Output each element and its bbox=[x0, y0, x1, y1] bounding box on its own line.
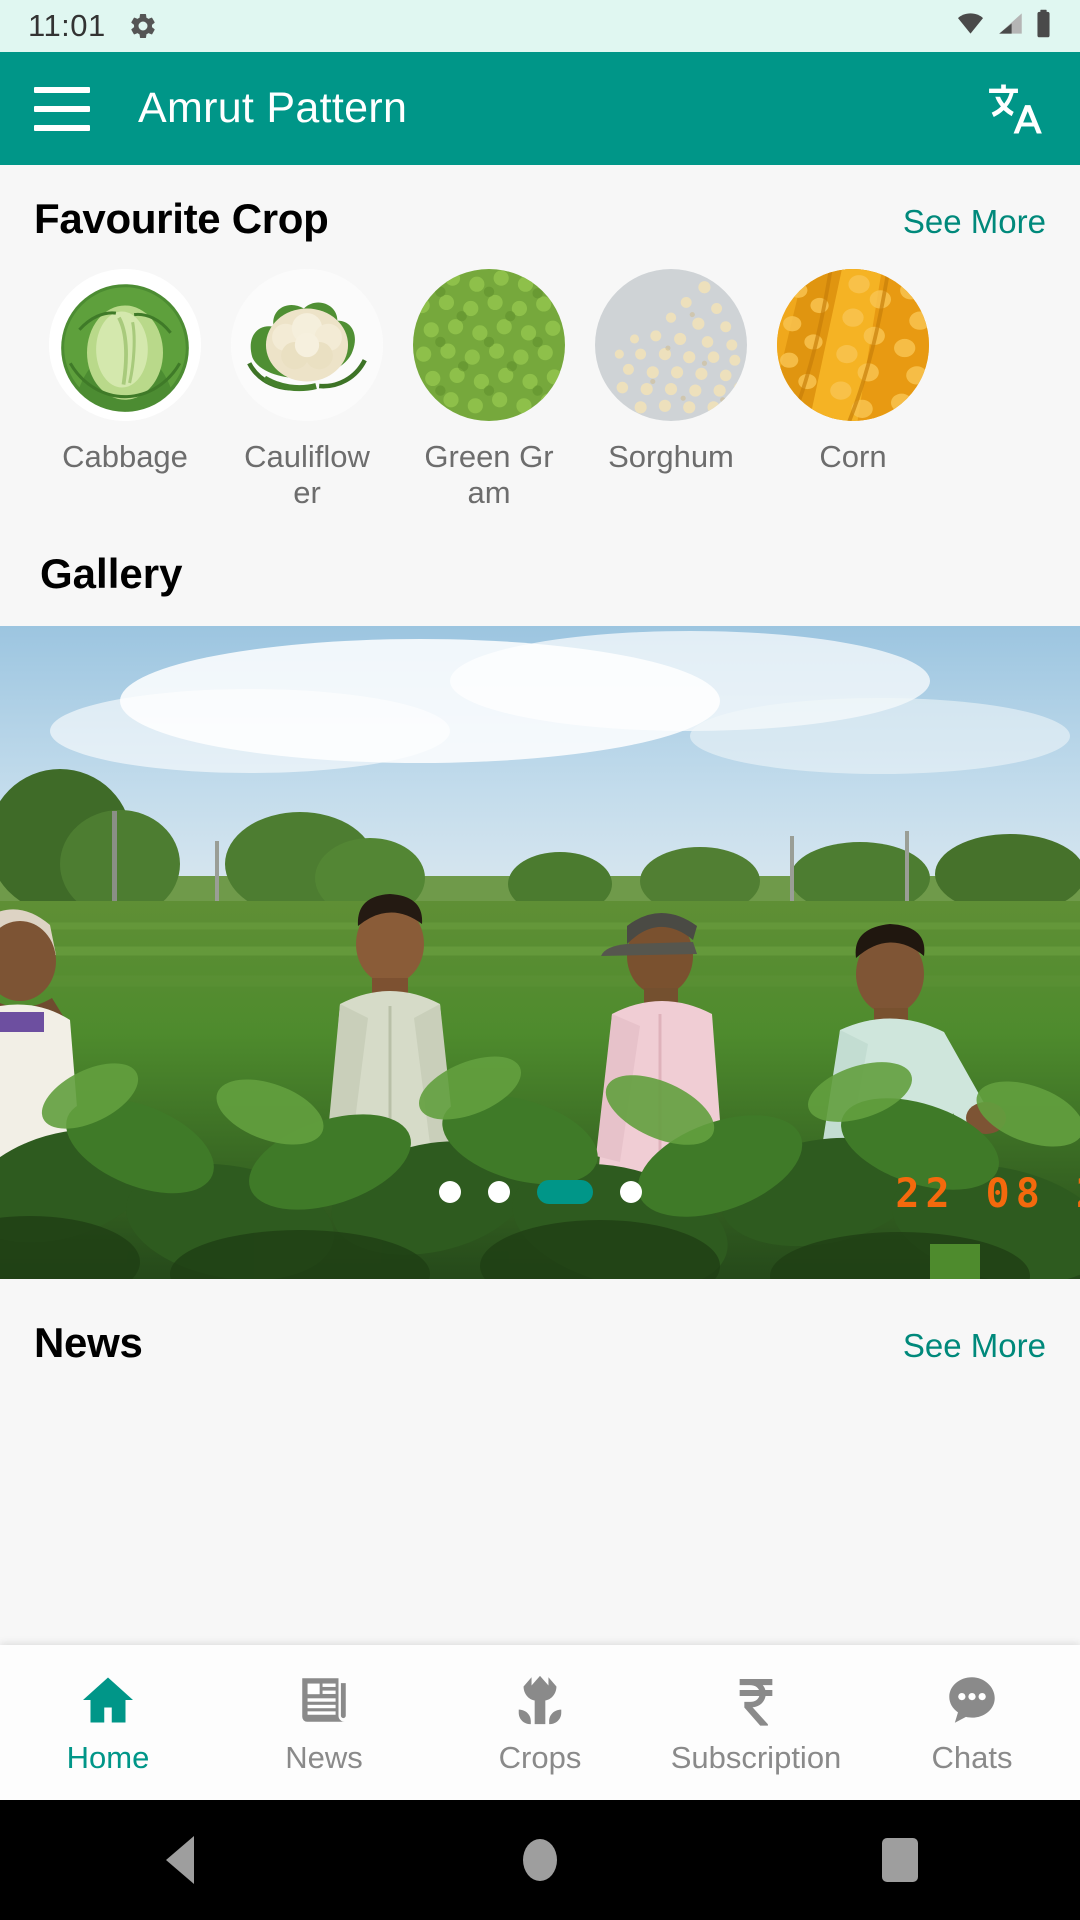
home-icon bbox=[78, 1670, 138, 1730]
battery-icon bbox=[1035, 9, 1052, 43]
carousel-dot-2[interactable] bbox=[487, 1181, 510, 1204]
gallery-carousel[interactable]: 22 08 2 bbox=[0, 626, 1080, 1280]
crop-label: Corn bbox=[819, 439, 887, 474]
signal-icon bbox=[995, 10, 1026, 42]
corn-photo bbox=[777, 269, 929, 421]
gallery-title: Gallery bbox=[40, 550, 183, 598]
status-bar: 11:01 bbox=[0, 0, 1080, 52]
cauliflower-photo bbox=[231, 269, 383, 421]
crop-label: Sorghum bbox=[608, 439, 734, 474]
favourite-crop-header: Favourite Crop See More bbox=[0, 165, 1080, 243]
crop-label: Cauliflower bbox=[244, 439, 370, 510]
carousel-dot-4[interactable] bbox=[619, 1181, 642, 1204]
hamburger-menu-icon[interactable] bbox=[34, 86, 90, 131]
nav-item-home[interactable]: Home bbox=[0, 1645, 216, 1800]
bottom-navigation-bar: Home News Crops Subscription Chats bbox=[0, 1645, 1080, 1800]
page-title: Amrut Pattern bbox=[138, 84, 408, 132]
android-system-nav bbox=[0, 1800, 1080, 1920]
crop-item-sorghum[interactable]: Sorghum bbox=[580, 269, 762, 510]
favourite-crop-list[interactable]: Cabbage Cauliflower Green Gram Sorghum C… bbox=[0, 243, 1080, 510]
crop-label: Cabbage bbox=[62, 439, 188, 474]
nav-item-crops[interactable]: Crops bbox=[432, 1645, 648, 1800]
nav-label: Subscription bbox=[670, 1739, 842, 1775]
status-icons-group bbox=[955, 9, 1052, 43]
gear-icon bbox=[128, 11, 158, 41]
newspaper-icon bbox=[295, 1670, 353, 1730]
news-see-more-link[interactable]: See More bbox=[903, 1327, 1046, 1365]
translate-icon[interactable] bbox=[980, 76, 1046, 142]
nav-label: News bbox=[285, 1739, 363, 1775]
nav-item-chats[interactable]: Chats bbox=[864, 1645, 1080, 1800]
nav-label: Chats bbox=[931, 1739, 1013, 1775]
wifi-icon bbox=[955, 10, 986, 42]
green-gram-photo bbox=[413, 269, 565, 421]
app-bar: Amrut Pattern bbox=[0, 52, 1080, 165]
news-title: News bbox=[34, 1319, 143, 1367]
sorghum-photo bbox=[595, 269, 747, 421]
crop-item-corn[interactable]: Corn bbox=[762, 269, 944, 510]
back-triangle-icon[interactable] bbox=[0, 1836, 360, 1884]
rupee-icon bbox=[728, 1670, 784, 1730]
crop-item-cabbage[interactable]: Cabbage bbox=[34, 269, 216, 510]
nav-label: Crops bbox=[498, 1739, 582, 1775]
carousel-dot-1[interactable] bbox=[438, 1181, 461, 1204]
home-circle-icon[interactable] bbox=[360, 1839, 720, 1881]
nav-item-subscription[interactable]: Subscription bbox=[648, 1645, 864, 1800]
news-header: News See More bbox=[0, 1279, 1080, 1367]
carousel-dot-3-active[interactable] bbox=[536, 1180, 593, 1205]
recents-square-icon[interactable] bbox=[720, 1838, 1080, 1882]
nav-label: Home bbox=[66, 1739, 150, 1775]
crop-label: Green Gram bbox=[424, 439, 554, 510]
cabbage-photo bbox=[49, 269, 201, 421]
favourite-crop-title: Favourite Crop bbox=[34, 195, 329, 242]
favourite-crop-see-more-link[interactable]: See More bbox=[903, 203, 1046, 241]
crop-item-cauliflower[interactable]: Cauliflower bbox=[216, 269, 398, 510]
crop-item-green-gram[interactable]: Green Gram bbox=[398, 269, 580, 510]
chat-bubble-icon bbox=[943, 1670, 1001, 1730]
nav-item-news[interactable]: News bbox=[216, 1645, 432, 1800]
carousel-indicator bbox=[0, 1180, 1080, 1205]
status-time: 11:01 bbox=[28, 8, 106, 43]
plant-tulip-icon bbox=[511, 1670, 569, 1730]
